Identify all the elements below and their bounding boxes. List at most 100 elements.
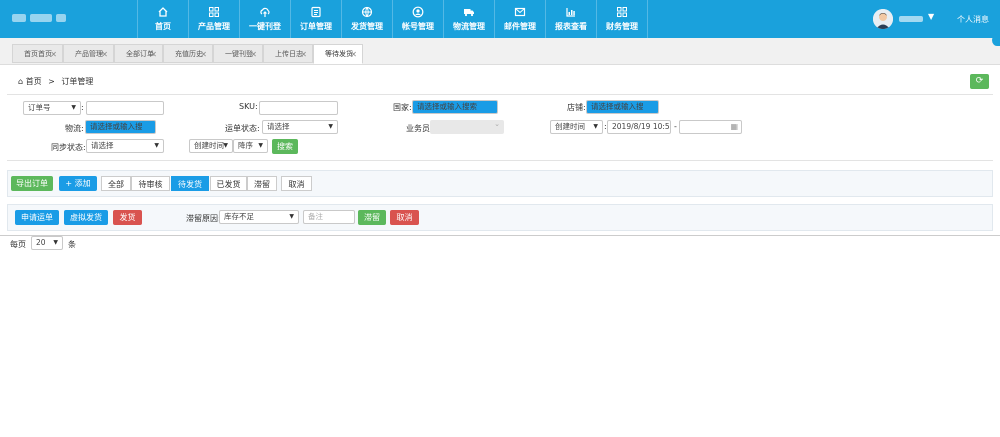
tab-all-orders[interactable]: 全部订单 ✕ <box>114 44 163 63</box>
main-nav: 首页 产品管理 一键刊登 订单管理 发货管理 帐号管理 物流管理 邮件管理 报表… <box>137 0 648 38</box>
nav-label: 物流管理 <box>453 22 485 31</box>
select-value: 20 <box>36 238 46 247</box>
tab-label: 产品管理 <box>75 50 103 58</box>
tab-label: 等待发货 <box>325 50 353 58</box>
select-value: 创建时间 <box>194 141 224 150</box>
select-placeholder: 请选择或输入搜索 <box>417 102 477 111</box>
report-icon <box>566 8 575 17</box>
order-number-select[interactable]: 订单号 ▼ <box>23 101 81 115</box>
avatar <box>873 9 893 29</box>
page-tabs: 首页首页 ✕ 产品管理 ✕ 全部订单 ✕ 充值历史 ✕ 一键刊登 ✕ 上传日志 ✕ 等待发货… <box>0 38 1000 65</box>
status-tab-cancelled[interactable]: 取消 <box>281 176 312 191</box>
colon-label: : <box>81 103 84 112</box>
start-date-input[interactable]: 2019/8/19 10:5 <box>607 120 671 134</box>
home-icon <box>158 7 168 17</box>
nav-label: 财务管理 <box>606 22 638 31</box>
chevron-down-icon: ⌄ <box>494 120 500 128</box>
close-icon[interactable]: ✕ <box>300 45 307 64</box>
status-tab-held[interactable]: 滞留 <box>247 176 277 191</box>
tab-products[interactable]: 产品管理 ✕ <box>63 44 114 63</box>
breadcrumb-home[interactable]: 首页 <box>26 77 42 86</box>
search-button[interactable]: 搜索 <box>272 139 298 154</box>
status-tab-pending-review[interactable]: 待审核 <box>131 176 170 191</box>
end-date-input[interactable]: ▦ <box>679 120 742 134</box>
tab-label: 首页首页 <box>24 50 52 58</box>
nav-item-home[interactable]: 首页 <box>137 0 189 38</box>
virtual-ship-button[interactable]: 虚拟发货 <box>64 210 108 225</box>
salesman-label: 业务员: <box>406 124 433 133</box>
page-size-select[interactable]: 20 ▼ <box>31 236 63 250</box>
tab-upload-log[interactable]: 上传日志 ✕ <box>263 44 313 63</box>
time-type-select[interactable]: 创建时间 ▼ <box>550 120 603 134</box>
close-icon[interactable]: ✕ <box>250 45 257 64</box>
add-button[interactable]: + 添加 <box>59 176 97 191</box>
date-value: 2019/8/19 10:5 <box>612 122 670 131</box>
nav-item-products[interactable]: 产品管理 <box>189 0 240 38</box>
nav-item-orders[interactable]: 订单管理 <box>291 0 342 38</box>
nav-item-reports[interactable]: 报表查看 <box>546 0 597 38</box>
close-icon[interactable]: ✕ <box>50 45 57 64</box>
sort-field-select[interactable]: 创建时间 ▼ <box>189 139 233 153</box>
status-tab-all[interactable]: 全部 <box>101 176 131 191</box>
hold-reason-select[interactable]: 库存不足 ▼ <box>219 210 299 224</box>
nav-label: 首页 <box>155 22 171 31</box>
tab-recharge-history[interactable]: 充值历史 ✕ <box>163 44 213 63</box>
close-icon[interactable]: ✕ <box>150 45 157 64</box>
tab-label: 充值历史 <box>175 50 203 58</box>
messages-link[interactable]: 个人消息 <box>957 14 989 25</box>
cancel-button[interactable]: 取消 <box>390 210 419 225</box>
status-tab-awaiting-shipment[interactable]: 待发货 <box>171 176 209 191</box>
chevron-down-icon: ⌄ <box>648 103 654 110</box>
select-value: 降序 <box>238 141 253 150</box>
nav-label: 订单管理 <box>300 22 332 31</box>
remark-input[interactable]: 备注 <box>303 210 355 224</box>
sort-order-select[interactable]: 降序 ▼ <box>233 139 268 153</box>
export-orders-button[interactable]: 导出订单 <box>11 176 53 191</box>
side-panel-toggle[interactable] <box>992 34 1000 46</box>
breadcrumb: ⌂ 首页 > 订单管理 <box>18 76 93 87</box>
nav-item-publish[interactable]: 一键刊登 <box>240 0 291 38</box>
close-icon[interactable]: ✕ <box>101 45 108 64</box>
select-placeholder: 请选择或输入搜 <box>591 102 644 111</box>
select-value: 创建时间 <box>555 122 585 131</box>
chevron-down-icon: ▼ <box>928 12 935 21</box>
caret-down-icon: ▼ <box>223 142 228 149</box>
caret-down-icon: ▼ <box>71 104 76 111</box>
status-tab-shipped[interactable]: 已发货 <box>210 176 247 191</box>
actions-panel <box>7 204 993 231</box>
nav-label: 报表查看 <box>555 22 587 31</box>
sync-status-select[interactable]: 请选择 ▼ <box>86 139 164 153</box>
sku-input[interactable] <box>259 101 338 115</box>
refresh-button[interactable]: ⟳ <box>970 74 989 89</box>
calendar-icon[interactable]: ▦ <box>730 121 738 133</box>
hold-button[interactable]: 滞留 <box>358 210 386 225</box>
user-menu[interactable]: ▼ <box>873 9 935 29</box>
truck-icon <box>464 9 474 17</box>
username <box>899 16 923 22</box>
waybill-status-select[interactable]: 请选择 ▼ <box>262 120 338 134</box>
salesman-select[interactable]: ⌄ <box>430 120 504 134</box>
logistics-label: 物流: <box>65 124 84 133</box>
nav-item-finance[interactable]: 财务管理 <box>597 0 648 38</box>
tab-publish[interactable]: 一键刊登 ✕ <box>213 44 263 63</box>
nav-item-shipping[interactable]: 发货管理 <box>342 0 393 38</box>
close-icon[interactable]: ✕ <box>200 45 207 64</box>
country-select[interactable]: 请选择或输入搜索 ⌄ <box>412 100 498 114</box>
nav-item-accounts[interactable]: 帐号管理 <box>393 0 444 38</box>
logo <box>12 11 72 25</box>
ship-button[interactable]: 发货 <box>113 210 142 225</box>
close-icon[interactable]: ✕ <box>350 45 357 64</box>
top-navbar: 首页 产品管理 一键刊登 订单管理 发货管理 帐号管理 物流管理 邮件管理 报表… <box>0 0 1000 38</box>
apply-waybill-button[interactable]: 申请运单 <box>15 210 59 225</box>
select-value: 请选择 <box>267 122 290 131</box>
caret-down-icon: ▼ <box>154 142 159 149</box>
tab-awaiting-shipment[interactable]: 等待发货 ✕ <box>313 44 363 64</box>
nav-item-mail[interactable]: 邮件管理 <box>495 0 546 38</box>
chevron-down-icon: ⌄ <box>145 123 151 130</box>
logistics-select[interactable]: 请选择或输入搜 ⌄ <box>85 120 156 134</box>
tab-home[interactable]: 首页首页 ✕ <box>12 44 63 63</box>
order-number-input[interactable] <box>86 101 164 115</box>
nav-item-logistics[interactable]: 物流管理 <box>444 0 495 38</box>
shop-select[interactable]: 请选择或输入搜 ⌄ <box>586 100 659 114</box>
hold-reason-label: 滞留原因: <box>186 214 221 223</box>
